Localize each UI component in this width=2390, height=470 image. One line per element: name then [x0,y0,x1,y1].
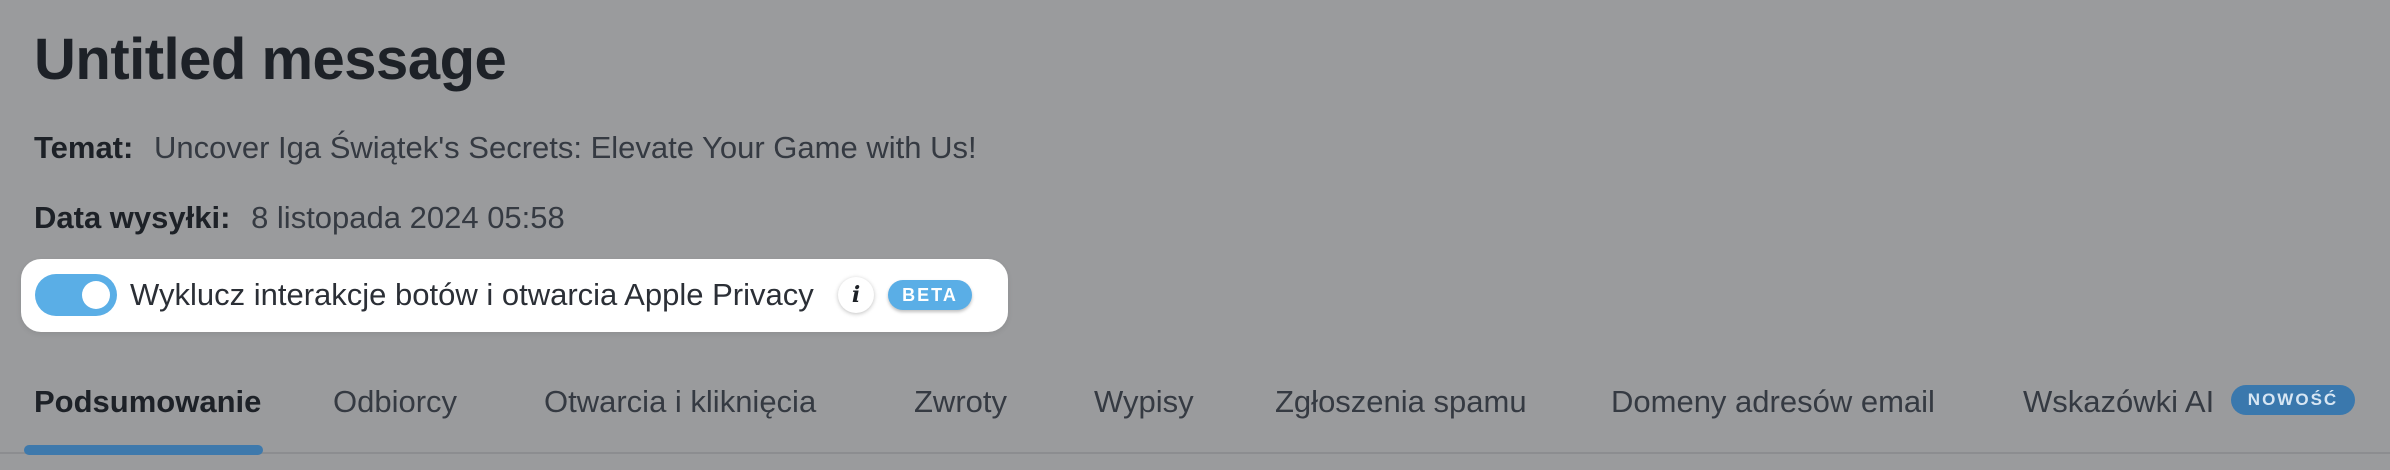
beta-badge: BETA [888,280,972,310]
subject-row: Temat: Uncover Iga Świątek's Secrets: El… [34,130,977,166]
tabs-divider [0,452,2390,454]
tab-ai-tips[interactable]: Wskazówki AI [2023,384,2214,420]
tab-email-domains[interactable]: Domeny adresów email [1611,384,1935,420]
send-date-label: Data wysyłki: [34,200,231,235]
new-badge: NOWOŚĆ [2231,385,2355,415]
tab-spam-reports[interactable]: Zgłoszenia spamu [1275,384,1527,420]
tab-summary[interactable]: Podsumowanie [34,384,261,420]
bot-filter-toggle[interactable] [35,274,117,316]
tab-bounces[interactable]: Zwroty [914,384,1007,420]
tab-recipients[interactable]: Odbiorcy [333,384,457,420]
report-tabs: Podsumowanie Odbiorcy Otwarcia i kliknię… [0,370,2390,460]
subject-value: Uncover Iga Świątek's Secrets: Elevate Y… [153,130,977,165]
send-date-value: 8 listopada 2024 05:58 [251,200,565,235]
tab-unsubscribes[interactable]: Wypisy [1094,384,1194,420]
send-date-row: Data wysyłki: 8 listopada 2024 05:58 [34,200,565,236]
toggle-knob [82,281,110,309]
info-icon[interactable]: i [838,277,874,313]
active-tab-indicator [24,445,263,455]
bot-filter-label: Wyklucz interakcje botów i otwarcia Appl… [130,277,814,312]
page-title: Untitled message [34,27,507,92]
tab-opens-clicks[interactable]: Otwarcia i kliknięcia [544,384,816,420]
subject-label: Temat: [34,130,134,165]
bot-filter-card: Wyklucz interakcje botów i otwarcia Appl… [21,259,1008,332]
